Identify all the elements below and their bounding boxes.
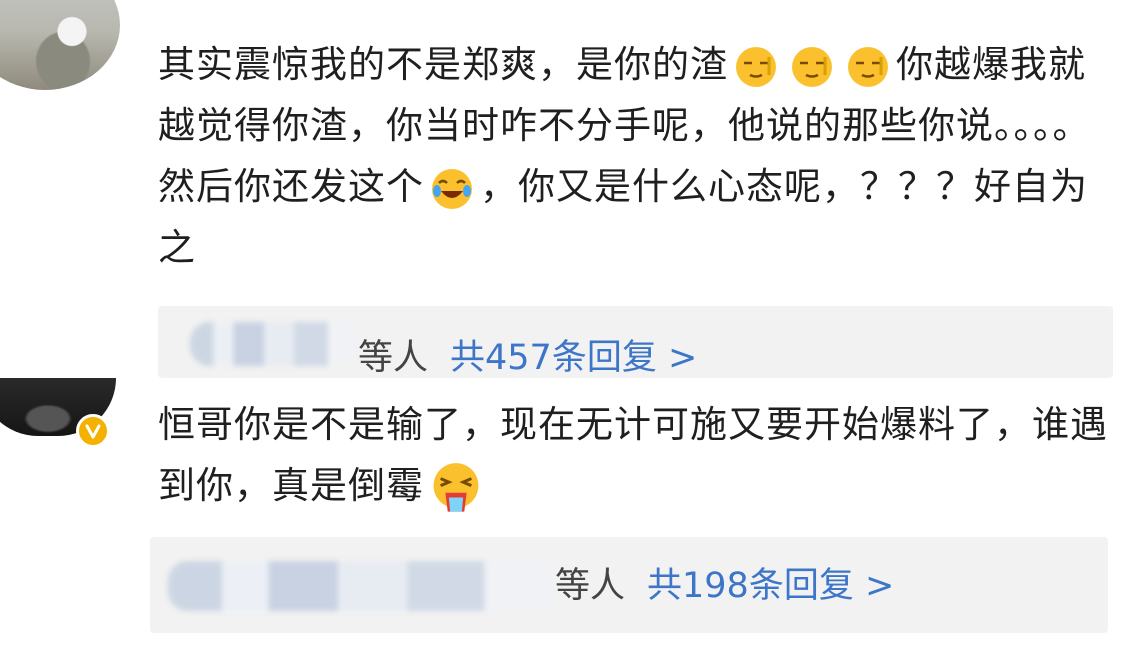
laugh-cry-emoji-icon: [432, 168, 472, 209]
verified-badge-icon: [76, 414, 110, 448]
avatar[interactable]: [0, 0, 120, 90]
reply-summary-text[interactable]: 等人 共198条回复 >: [555, 566, 894, 606]
squint-emoji-icon: [848, 46, 888, 87]
reply-count-link[interactable]: 共457条回复 >: [450, 338, 697, 378]
reply-others-label: 等人: [358, 338, 429, 378]
squint-emoji-icon: [792, 46, 832, 87]
blurred-usernames: [168, 561, 554, 611]
reply-summary-text[interactable]: 等人 共457条回复 >: [358, 338, 697, 378]
comment-text-part: 其实震惊我的不是郑爽，是你的渣: [158, 43, 728, 86]
comment-text: 其实震惊我的不是郑爽，是你的渣 你越爆我就越觉得你渣，你当时咋不分手呢，他说的那些…: [158, 34, 1108, 278]
vomit-emoji-icon: [433, 462, 479, 512]
squint-emoji-icon: [736, 46, 776, 87]
comment-text: 恒哥你是不是输了，现在无计可施又要开始爆料了，谁遇到你，真是倒霉: [158, 394, 1108, 516]
reply-count-link[interactable]: 共198条回复 >: [647, 566, 894, 606]
comment-text-part: 恒哥你是不是输了，现在无计可施又要开始爆料了，谁遇到你，真是倒霉: [158, 403, 1108, 507]
blurred-usernames: [190, 322, 358, 366]
reply-others-label: 等人: [555, 566, 626, 606]
